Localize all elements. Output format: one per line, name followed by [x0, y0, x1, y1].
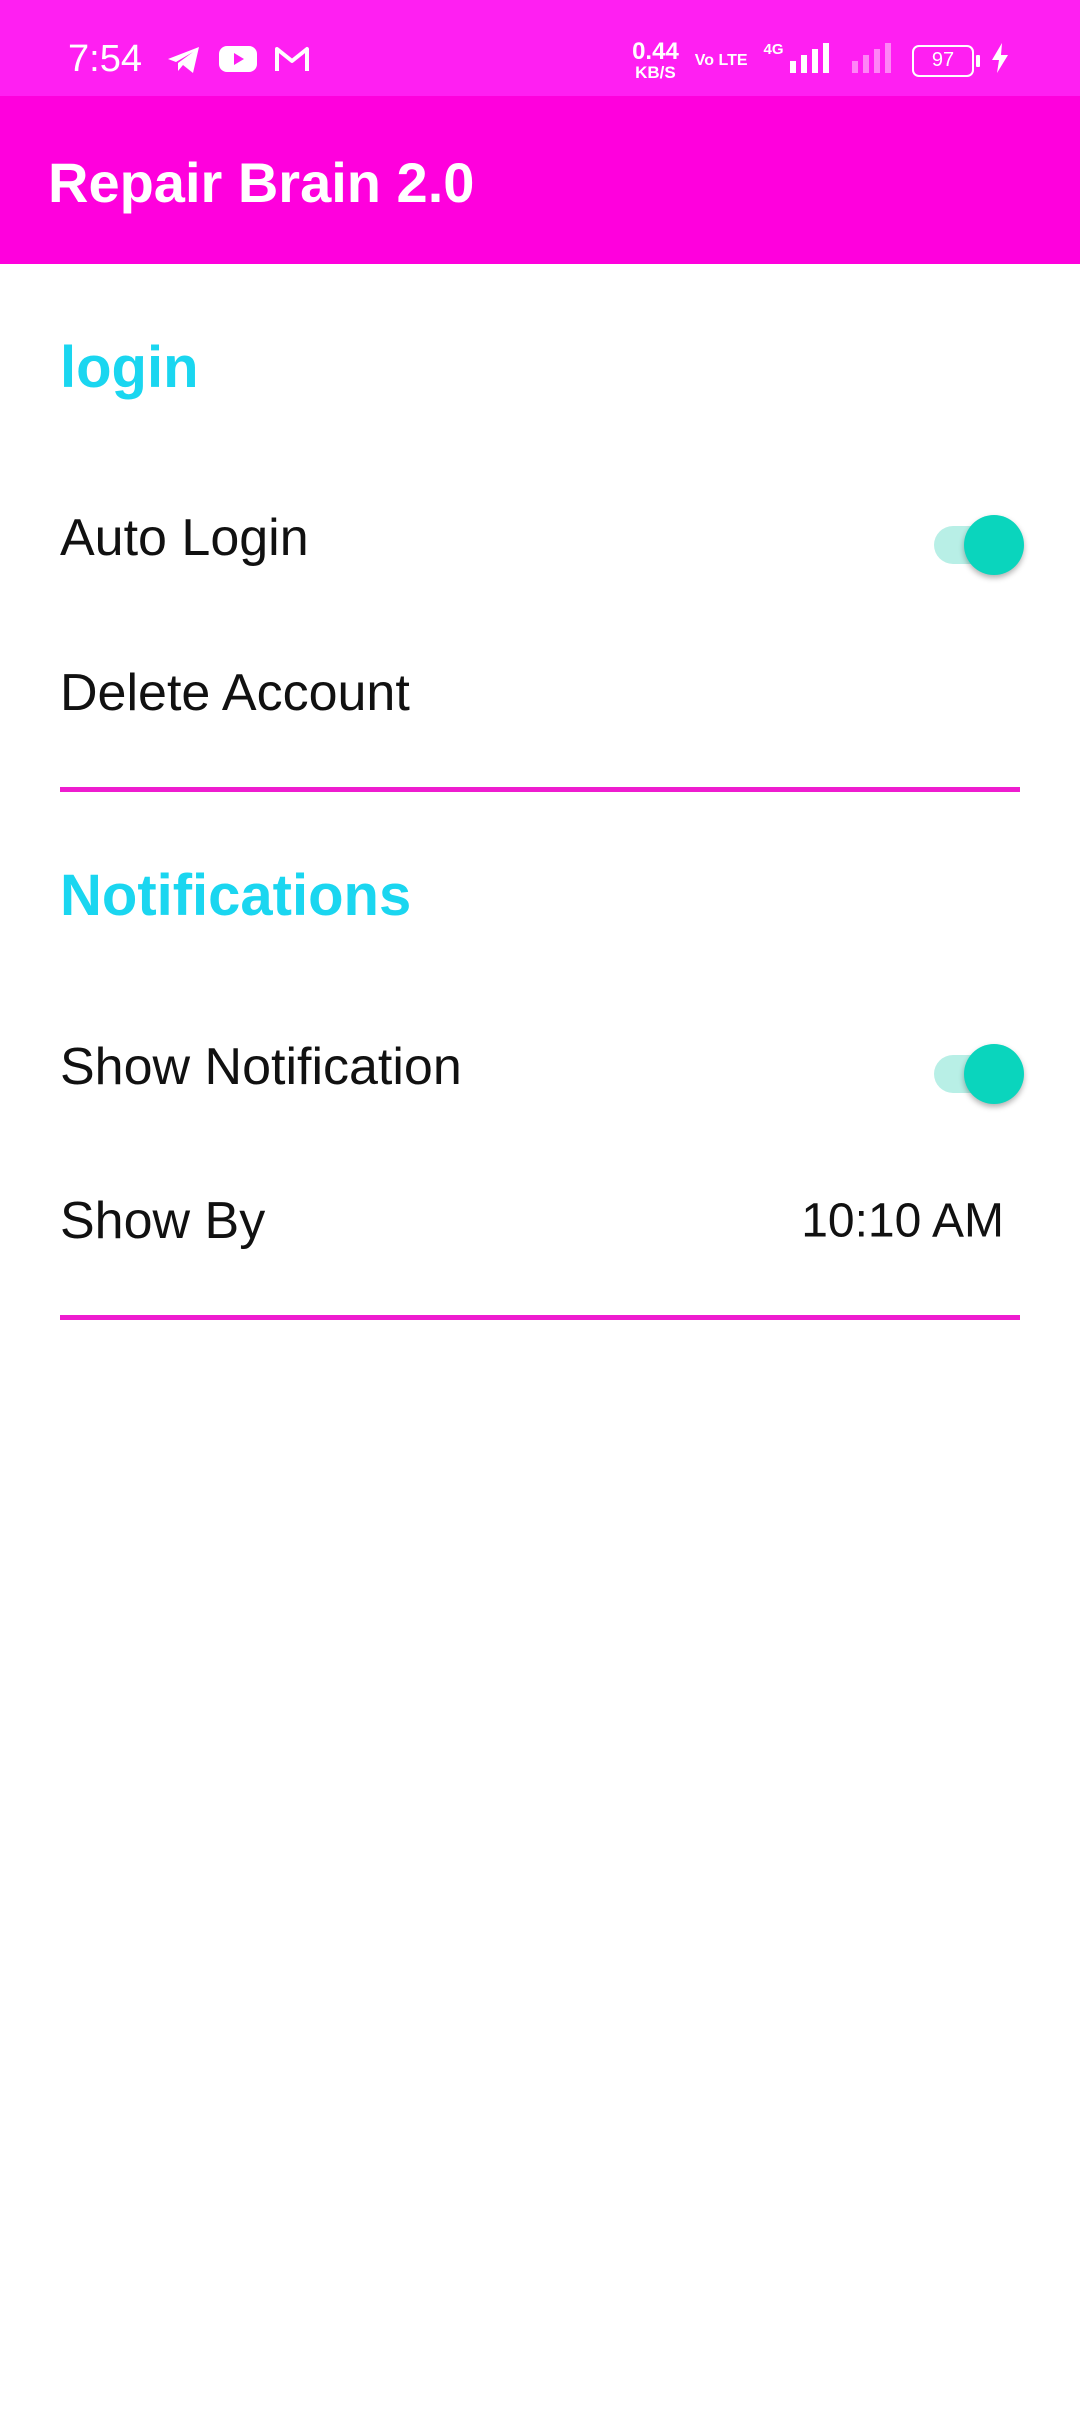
auto-login-row[interactable]: Auto Login — [0, 463, 1080, 613]
volte-indicator: Vo LTE — [694, 51, 748, 69]
section-divider — [60, 787, 1020, 792]
delete-account-row[interactable]: Delete Account — [0, 618, 1080, 768]
app-bar: Repair Brain 2.0 — [0, 96, 1080, 264]
section-divider — [60, 1315, 1020, 1320]
battery-icon: 97 — [912, 44, 980, 77]
show-by-time-value: 10:10 AM — [801, 1194, 1004, 1248]
youtube-icon — [218, 44, 258, 81]
status-bar: 7:54 0.44 KB/S Vo LTE 4G 97 — [0, 0, 1080, 96]
network-speed-unit: KB/S — [635, 63, 676, 82]
system-status-icons: 0.44 KB/S Vo LTE 4G 97 — [632, 40, 1010, 81]
show-notification-switch[interactable] — [924, 1037, 1024, 1104]
show-by-label: Show By — [60, 1192, 266, 1250]
telegram-icon — [166, 44, 202, 81]
charging-icon — [990, 42, 1010, 79]
notification-icons — [166, 44, 310, 81]
auto-login-label: Auto Login — [60, 509, 309, 567]
section-header-notifications: Notifications — [60, 863, 412, 928]
section-header-login: login — [60, 335, 199, 400]
network-speed-value: 0.44 — [632, 38, 679, 65]
switch-thumb — [964, 515, 1024, 575]
switch-thumb — [964, 1044, 1024, 1104]
network-type: 4G — [763, 41, 784, 58]
signal-weak-icon — [850, 41, 896, 80]
app-title: Repair Brain 2.0 — [48, 151, 475, 214]
delete-account-label: Delete Account — [60, 664, 410, 722]
show-notification-row[interactable]: Show Notification — [0, 992, 1080, 1142]
status-time: 7:54 — [68, 38, 142, 80]
show-notification-label: Show Notification — [60, 1038, 462, 1096]
battery-level: 97 — [931, 49, 955, 71]
show-by-row[interactable]: Show By 10:10 AM — [0, 1146, 1080, 1296]
auto-login-switch[interactable] — [924, 508, 1024, 575]
network-speed: 0.44 KB/S — [632, 38, 679, 82]
gmail-icon — [274, 44, 310, 81]
signal-icon: 4G — [764, 41, 834, 80]
